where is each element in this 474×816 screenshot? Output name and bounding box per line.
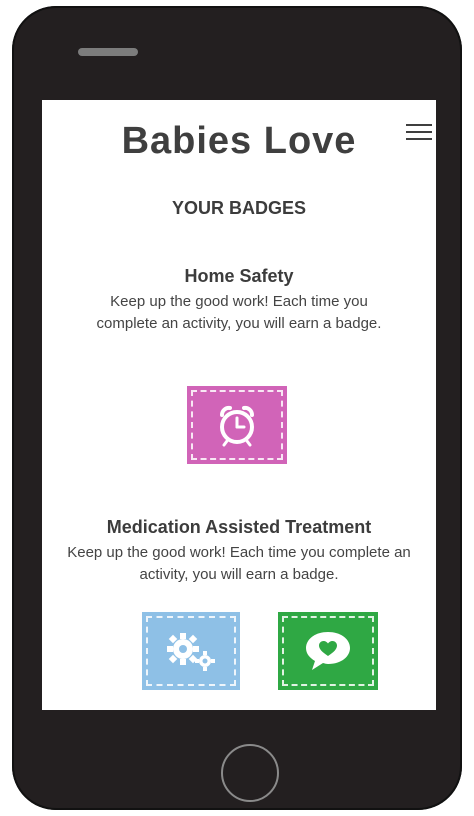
alarm-clock-icon [219,405,255,447]
app-title: Babies Love [121,120,357,162]
badge-group-description: Keep up the good work! Each time you com… [96,293,382,332]
badge-heart-speech-bubble[interactable] [278,612,378,690]
heart-speech-bubble-icon [306,632,350,670]
badge-group-title: Home Safety [184,266,294,286]
badge-group-description: Keep up the good work! Each time you com… [67,544,411,583]
gears-icon [167,633,215,671]
badge-group-title: Medication Assisted Treatment [106,517,372,537]
phone-frame: Babies Love YOUR BADGES Home Safety Keep… [12,6,462,810]
phone-speaker [78,48,138,56]
app-screen: Babies Love YOUR BADGES Home Safety Keep… [42,100,436,710]
badge-gears[interactable] [142,612,240,690]
badge-group-medication-assisted-treatment: Medication Assisted Treatment Keep up th… [42,517,436,586]
badge-alarm-clock[interactable] [187,386,287,464]
home-button[interactable] [221,744,279,802]
badge-group-home-safety: Home Safety Keep up the good work! Each … [42,266,436,335]
hamburger-menu-icon[interactable] [406,124,432,144]
page-title: YOUR BADGES [171,198,306,218]
